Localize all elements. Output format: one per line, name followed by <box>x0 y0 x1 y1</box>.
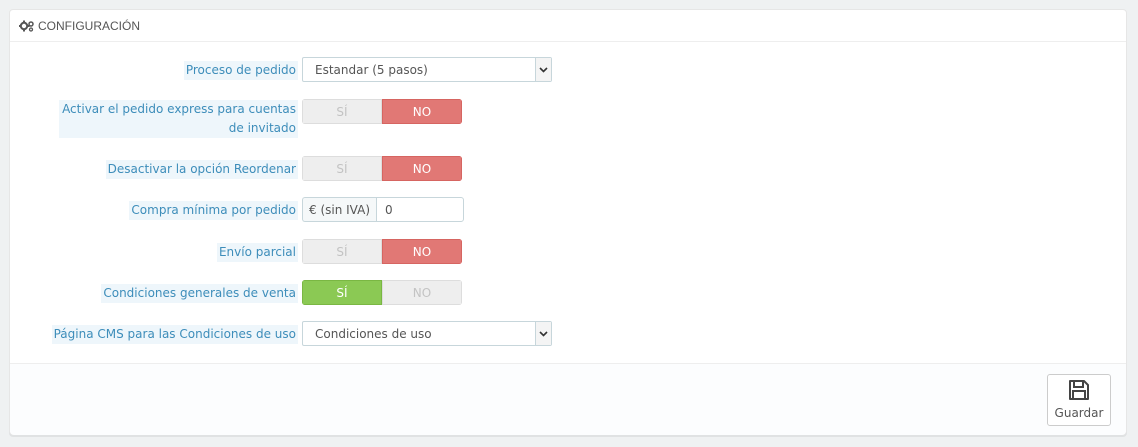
disable-reorder-yes[interactable]: SÍ <box>302 156 382 181</box>
chevron-down-icon[interactable] <box>535 322 551 345</box>
disable-reorder-no[interactable]: NO <box>382 156 462 181</box>
panel-title: Configuración <box>38 18 140 33</box>
order-process-label: Proceso de pedido <box>183 61 298 80</box>
terms-no[interactable]: NO <box>382 280 462 305</box>
disable-reorder-label: Desactivar la opción Reordenar <box>105 160 298 179</box>
terms-yes[interactable]: SÍ <box>302 280 382 305</box>
terms-label: Condiciones generales de venta <box>101 284 298 303</box>
cms-page-label: Página CMS para las Condiciones de uso <box>51 325 298 344</box>
panel-heading: Configuración <box>10 10 1126 42</box>
guest-checkout-yes[interactable]: SÍ <box>302 99 382 124</box>
cms-page-select[interactable]: Condiciones de uso <box>302 321 552 346</box>
cms-page-value: Condiciones de uso <box>315 326 432 341</box>
panel-footer: Guardar <box>10 363 1126 435</box>
order-process-select[interactable]: Estandar (5 pasos) <box>302 57 552 82</box>
guest-checkout-label-line2: de invitado <box>228 121 296 135</box>
cogs-icon <box>19 20 35 32</box>
min-purchase-label: Compra mínima por pedido <box>129 201 298 220</box>
guest-checkout-label: Activar el pedido express para cuentas d… <box>59 100 298 138</box>
guest-checkout-no[interactable]: NO <box>382 99 462 124</box>
save-button[interactable]: Guardar <box>1047 374 1111 426</box>
currency-addon: € (sin IVA) <box>302 197 377 222</box>
floppy-disk-icon <box>1069 380 1089 400</box>
chevron-down-icon[interactable] <box>535 58 551 81</box>
partial-shipping-yes[interactable]: SÍ <box>302 239 382 264</box>
min-purchase-input[interactable]: 0 <box>376 197 465 222</box>
save-label: Guardar <box>1054 406 1104 420</box>
guest-checkout-switch[interactable]: SÍ NO <box>302 99 462 124</box>
configuration-panel: Configuración Proceso de pedido Estandar… <box>9 9 1127 435</box>
order-process-value: Estandar (5 pasos) <box>315 62 428 77</box>
partial-shipping-label: Envío parcial <box>216 243 298 262</box>
guest-checkout-label-line1: Activar el pedido express para cuentas <box>62 102 296 116</box>
min-purchase-group: € (sin IVA) 0 <box>302 197 465 222</box>
partial-shipping-switch[interactable]: SÍ NO <box>302 239 462 264</box>
partial-shipping-no[interactable]: NO <box>382 239 462 264</box>
disable-reorder-switch[interactable]: SÍ NO <box>302 156 462 181</box>
terms-switch[interactable]: SÍ NO <box>302 280 462 305</box>
